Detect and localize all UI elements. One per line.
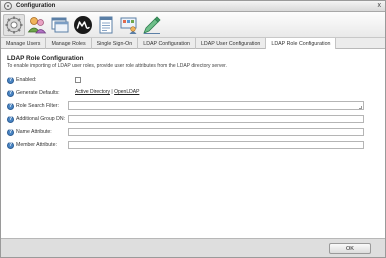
help-icon[interactable]: ? <box>7 128 14 136</box>
window-title: Configuration <box>16 3 56 9</box>
name-attribute-label: Name Attribute: <box>16 129 52 135</box>
tab-manage-roles[interactable]: Manage Roles <box>46 38 92 49</box>
tab-single-sign-on[interactable]: Single Sign-On <box>92 38 139 49</box>
member-attribute-input[interactable] <box>68 141 364 149</box>
toolbar <box>1 12 385 37</box>
toolbar-document-button[interactable] <box>95 14 117 36</box>
help-icon[interactable]: ? <box>7 76 14 84</box>
defaults-links: Active Directory | OpenLDAP <box>75 89 139 95</box>
generate-defaults-label: Generate Defaults: <box>16 90 60 96</box>
close-button[interactable]: x <box>378 2 382 9</box>
page-title: LDAP Role Configuration <box>7 55 84 62</box>
enabled-label: Enabled: <box>16 77 37 83</box>
users-icon <box>27 16 47 33</box>
ldap-role-configuration-panel: LDAP Role Configuration To enable import… <box>1 49 385 238</box>
enabled-checkbox[interactable] <box>75 77 81 83</box>
gear-icon <box>5 16 23 33</box>
help-icon[interactable]: ? <box>7 141 14 149</box>
toolbar-users-button[interactable] <box>26 14 48 36</box>
title-bar[interactable]: Configuration x <box>1 1 385 12</box>
role-search-filter-label: Role Search Filter: <box>16 103 59 109</box>
help-icon[interactable]: ? <box>7 102 14 110</box>
page-description: To enable importing of LDAP user roles, … <box>7 63 227 69</box>
toolbar-windows-button[interactable] <box>49 14 71 36</box>
link-separator: | <box>111 89 113 95</box>
member-attribute-label: Member Attribute: <box>16 142 57 148</box>
tab-ldap-role-configuration[interactable]: LDAP Role Configuration <box>266 38 337 49</box>
document-icon <box>99 16 113 33</box>
toolbar-presentation-button[interactable] <box>118 14 140 36</box>
generate-defaults-row: ? Generate Defaults: Active Directory | … <box>7 89 377 97</box>
m-logo-icon <box>74 15 92 34</box>
role-search-filter-input[interactable] <box>68 101 364 110</box>
openldap-link[interactable]: OpenLDAP <box>114 89 139 95</box>
resize-grip-icon[interactable] <box>359 106 362 109</box>
additional-group-dn-input[interactable] <box>68 115 364 123</box>
toolbar-edit-button[interactable] <box>141 14 163 36</box>
name-attribute-input[interactable] <box>68 128 364 136</box>
tab-bar: Manage Users Manage Roles Single Sign-On… <box>1 37 385 49</box>
window-icon <box>51 17 69 32</box>
presentation-icon <box>120 17 137 34</box>
toolbar-brand-button[interactable] <box>72 14 94 36</box>
edit-icon <box>143 15 161 34</box>
active-directory-link[interactable]: Active Directory <box>75 89 110 95</box>
help-icon[interactable]: ? <box>7 115 14 123</box>
enabled-row: ? Enabled: <box>7 76 377 84</box>
toolbar-settings-button[interactable] <box>3 13 25 36</box>
app-icon <box>4 2 12 10</box>
configuration-window: Configuration x Manage Users Manage Role… <box>0 0 386 258</box>
dialog-footer: OK <box>1 238 385 257</box>
tab-ldap-configuration[interactable]: LDAP Configuration <box>138 38 196 49</box>
tab-ldap-user-configuration[interactable]: LDAP User Configuration <box>196 38 267 49</box>
additional-group-dn-label: Additional Group DN: <box>16 116 66 122</box>
ok-button[interactable]: OK <box>329 243 371 254</box>
tab-manage-users[interactable]: Manage Users <box>1 38 47 49</box>
help-icon[interactable]: ? <box>7 89 14 97</box>
